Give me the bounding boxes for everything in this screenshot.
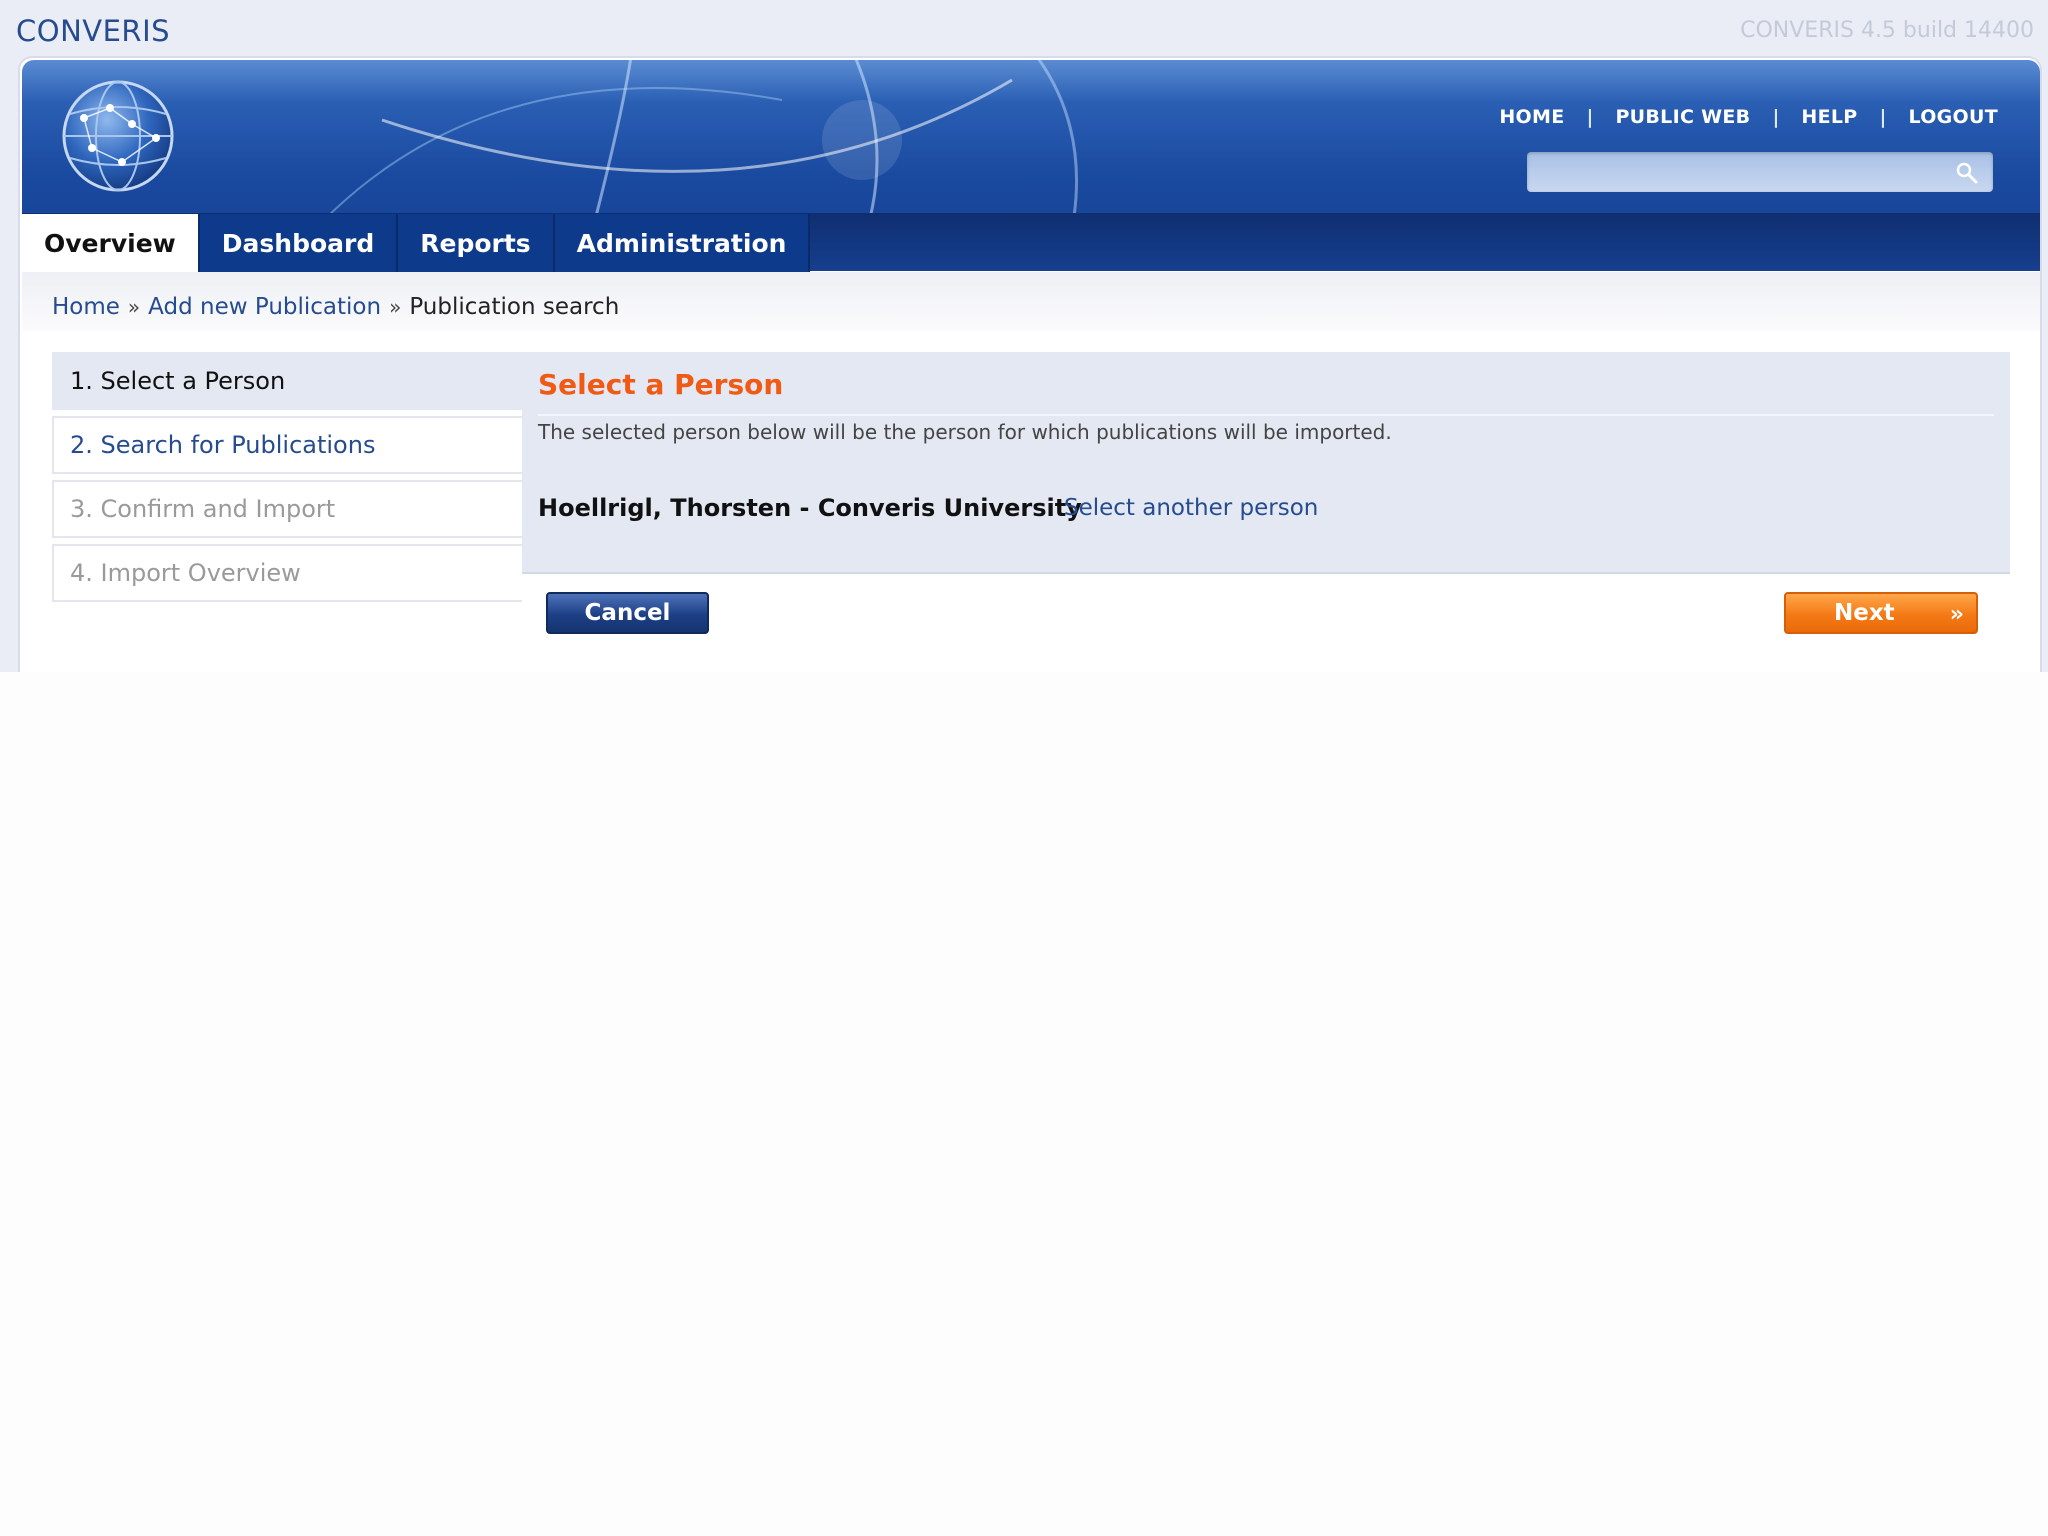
public-web-link[interactable]: PUBLIC WEB xyxy=(1615,106,1750,128)
breadcrumb-separator: » xyxy=(389,295,402,319)
search-box xyxy=(1527,152,1993,192)
brand-logo-text: CONVERIS xyxy=(16,14,171,48)
globe-logo-icon xyxy=(62,80,174,192)
panel-description: The selected person below will be the pe… xyxy=(538,420,1392,444)
link-separator: | xyxy=(1772,106,1780,128)
logout-link[interactable]: LOGOUT xyxy=(1908,106,1998,128)
step-import-overview: 4. Import Overview xyxy=(52,544,522,602)
tab-overview[interactable]: Overview xyxy=(22,214,200,272)
breadcrumb-separator: » xyxy=(127,295,141,319)
panel-title: Select a Person xyxy=(538,368,784,401)
tab-administration[interactable]: Administration xyxy=(554,214,811,272)
search-icon[interactable] xyxy=(1955,161,1979,185)
step-select-person: 1. Select a Person xyxy=(52,352,522,410)
tab-dashboard[interactable]: Dashboard xyxy=(199,214,399,272)
next-button-label: Next xyxy=(1834,600,1895,626)
breadcrumb-add-new-publication[interactable]: Add new Publication xyxy=(148,294,381,320)
main-tabs: Overview Dashboard Reports Administratio… xyxy=(22,214,811,272)
build-version: CONVERIS 4.5 build 14400 xyxy=(1740,18,2034,43)
double-chevron-right-icon: » xyxy=(1949,602,1964,627)
cancel-button[interactable]: Cancel xyxy=(546,592,709,634)
home-link[interactable]: HOME xyxy=(1499,106,1564,128)
next-button[interactable]: Next » xyxy=(1784,592,1978,634)
link-separator: | xyxy=(1879,106,1887,128)
search-input[interactable] xyxy=(1537,156,1941,188)
select-another-person-link[interactable]: Select another person xyxy=(1064,495,1318,521)
top-links: HOME | PUBLIC WEB | HELP | LOGOUT xyxy=(1499,106,1998,128)
breadcrumb: Home » Add new Publication » Publication sea… xyxy=(52,294,619,320)
help-link[interactable]: HELP xyxy=(1801,106,1857,128)
step-search-publications[interactable]: 2. Search for Publications xyxy=(52,416,522,474)
tab-reports[interactable]: Reports xyxy=(398,214,555,272)
cancel-button-label: Cancel xyxy=(584,600,671,626)
breadcrumb-current: Publication search xyxy=(409,294,620,320)
wizard-steps: 1. Select a Person 2. Search for Publica… xyxy=(52,352,522,608)
breadcrumb-home[interactable]: Home xyxy=(52,294,120,320)
select-person-panel: Select a Person The selected person belo… xyxy=(522,352,2010,574)
link-separator: | xyxy=(1586,106,1594,128)
selected-person: Hoellrigl, Thorsten - Converis Universit… xyxy=(538,494,1082,522)
panel-divider xyxy=(538,414,1994,416)
step-confirm-import: 3. Confirm and Import xyxy=(52,480,522,538)
